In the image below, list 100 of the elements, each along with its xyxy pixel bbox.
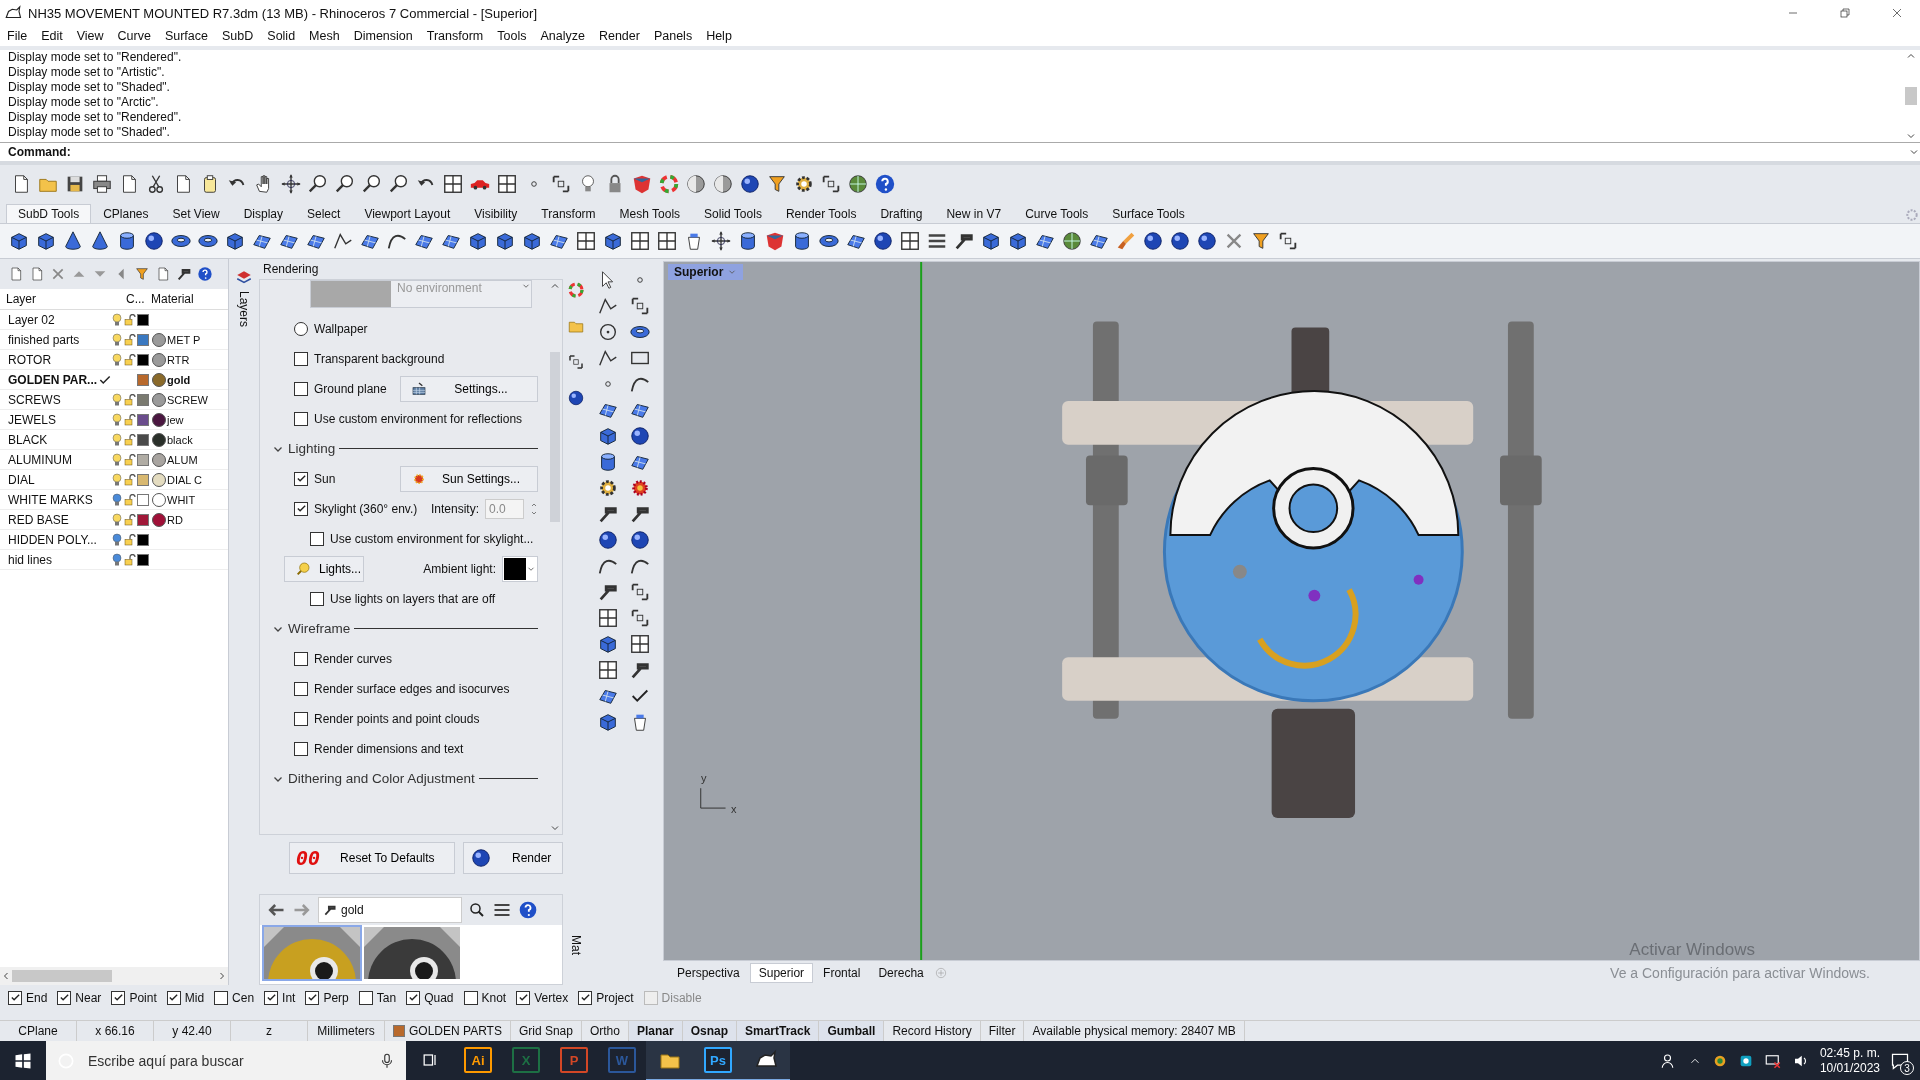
layer-row[interactable]: hid lines [0, 550, 228, 570]
status-toggle[interactable]: Gumball [819, 1021, 885, 1041]
checkbox[interactable] [463, 990, 478, 1005]
layer-row[interactable]: JEWELS jew [0, 410, 228, 430]
taskbar-app[interactable] [646, 1041, 694, 1080]
checkbox[interactable] [166, 990, 181, 1005]
menu-item[interactable]: View [69, 29, 111, 43]
delete-icon[interactable] [50, 266, 66, 282]
help-icon[interactable] [518, 900, 538, 920]
panel-tab[interactable]: Mat [569, 935, 583, 955]
notification-icon[interactable] [1890, 1051, 1910, 1071]
light-bulb-icon[interactable] [111, 492, 123, 507]
zoom-icon[interactable] [361, 173, 383, 195]
color-wheel-icon[interactable] [567, 281, 585, 299]
section-header[interactable]: Wireframe [288, 621, 351, 637]
checkbox[interactable] [294, 681, 308, 696]
column-header[interactable]: Material [151, 292, 206, 306]
viewport-tab[interactable]: Derecha [870, 964, 932, 982]
padlock-icon[interactable] [124, 333, 136, 346]
status-toggle[interactable]: Osnap [682, 1021, 737, 1041]
frame-icon[interactable] [629, 607, 651, 629]
shield-icon[interactable] [631, 173, 653, 195]
toolbar-tab[interactable]: Display [231, 204, 295, 223]
taskbar-app[interactable] [742, 1041, 790, 1080]
checkbox[interactable] [294, 651, 308, 666]
viewport-title[interactable]: Superior [668, 264, 744, 280]
checkbox[interactable] [294, 351, 308, 366]
zoom-icon[interactable] [388, 173, 410, 195]
settings-button[interactable]: Sun Settings... [400, 465, 538, 492]
checkbox[interactable] [358, 990, 373, 1005]
toolbar-tab[interactable]: Viewport Layout [352, 204, 463, 223]
menu-item[interactable]: Dimension [346, 29, 420, 43]
padlock-icon[interactable] [124, 453, 136, 466]
sphere-icon[interactable] [143, 230, 165, 252]
move-icon[interactable] [280, 173, 302, 195]
layer-row[interactable]: GOLDEN PAR... gold [0, 370, 228, 390]
grid-icon[interactable] [899, 230, 921, 252]
cube-icon[interactable] [35, 230, 57, 252]
menu-item[interactable]: Help [699, 29, 739, 43]
frame-icon[interactable] [1277, 230, 1299, 252]
toolbar-tab[interactable]: Transform [529, 204, 608, 223]
viewport-tab[interactable]: Superior [749, 963, 814, 983]
taskbar-app[interactable]: P [550, 1041, 598, 1080]
checkbox[interactable] [57, 990, 72, 1005]
cube-icon[interactable] [602, 230, 624, 252]
checkbox[interactable] [294, 501, 308, 516]
menu-item[interactable]: File [0, 29, 35, 43]
menu-item[interactable]: Solid [260, 29, 303, 43]
layer-color-swatch[interactable] [137, 393, 149, 406]
lights-button[interactable]: Lights... [284, 555, 364, 582]
cube-icon[interactable] [467, 230, 489, 252]
cube-icon[interactable] [224, 230, 246, 252]
padlock-icon[interactable] [124, 393, 136, 406]
grid-icon[interactable] [597, 607, 619, 629]
gear-icon[interactable] [597, 477, 619, 499]
sphere-icon[interactable] [567, 389, 585, 407]
padlock-icon[interactable] [124, 493, 136, 506]
menu-item[interactable]: Surface [157, 29, 215, 43]
material-swatch[interactable] [152, 492, 166, 507]
cube-icon[interactable] [597, 633, 619, 655]
cube-icon[interactable] [494, 230, 516, 252]
light-bulb-icon[interactable] [111, 532, 123, 547]
frame-icon[interactable] [629, 295, 651, 317]
layer-row[interactable]: BLACK black [0, 430, 228, 450]
color-wheel-icon[interactable] [658, 173, 680, 195]
light-bulb-icon[interactable] [111, 512, 123, 527]
padlock-icon[interactable] [124, 413, 136, 426]
grid-icon[interactable] [629, 633, 651, 655]
checkbox[interactable] [305, 990, 320, 1005]
checkbox[interactable] [578, 990, 593, 1005]
network-icon[interactable] [1763, 1052, 1782, 1070]
restore-icon[interactable] [1837, 5, 1853, 21]
padlock-icon[interactable] [124, 433, 136, 446]
light-bulb-icon[interactable] [111, 412, 123, 427]
frame-icon[interactable] [567, 353, 585, 371]
layer-color-swatch[interactable] [137, 473, 149, 486]
padlock-icon[interactable] [124, 513, 136, 526]
scrollbar-thumb[interactable] [1905, 87, 1917, 105]
circle-icon[interactable] [597, 321, 619, 343]
help-icon[interactable] [197, 266, 213, 282]
layer-row[interactable]: Layer 02 [0, 310, 228, 330]
clock[interactable]: 02:45 p. m. 10/01/2023 [1819, 1046, 1880, 1076]
checkbox[interactable] [111, 990, 126, 1005]
grid-icon[interactable] [442, 173, 464, 195]
layer-row[interactable]: WHITE MARKS WHIT [0, 490, 228, 510]
viewport-tab[interactable]: Frontal [815, 964, 869, 982]
menu-item[interactable]: SubD [215, 29, 261, 43]
material-swatch[interactable] [152, 392, 166, 407]
cube-icon[interactable] [597, 425, 619, 447]
toolbar-tab[interactable]: Set View [160, 204, 232, 223]
hammer-icon[interactable] [176, 266, 192, 282]
checkbox[interactable] [516, 990, 531, 1005]
frame-icon[interactable] [820, 173, 842, 195]
grid-icon[interactable] [496, 173, 518, 195]
search-field[interactable]: gold [318, 897, 462, 923]
checkbox[interactable] [294, 471, 308, 486]
sphere-icon[interactable] [597, 529, 619, 551]
frame-icon[interactable] [550, 173, 572, 195]
frame-icon[interactable] [629, 581, 651, 603]
layer-color-swatch[interactable] [137, 513, 149, 526]
